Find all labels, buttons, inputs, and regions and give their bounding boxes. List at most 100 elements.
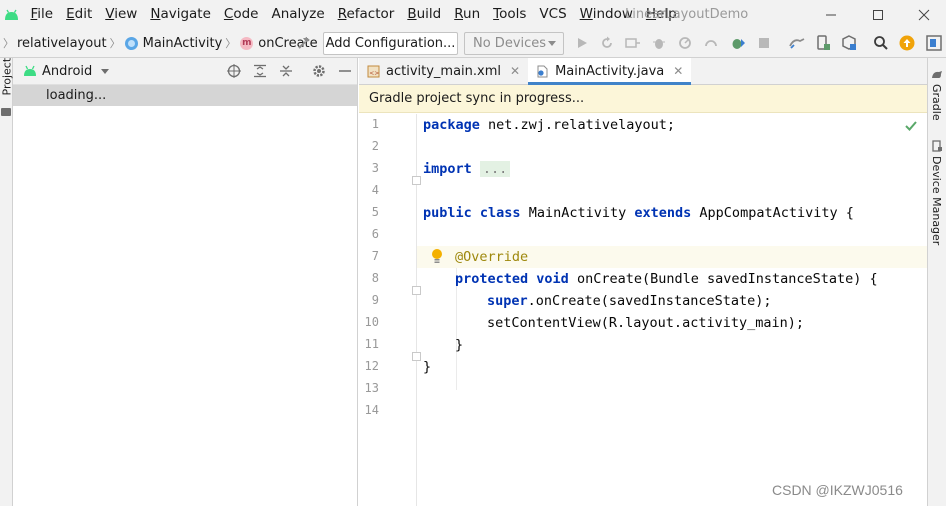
code-text: onCreate(Bundle savedInstanceState) { bbox=[568, 271, 878, 287]
left-tool-window-strip: Project bbox=[0, 58, 14, 506]
method-icon: m bbox=[240, 36, 254, 50]
attach-icon bbox=[705, 40, 717, 47]
expand-all-button[interactable] bbox=[251, 62, 269, 80]
code-area[interactable]: 1 2 3 4 5 6 7 8 9 10 11 12 13 14 package… bbox=[359, 114, 927, 506]
code-text: MainActivity bbox=[528, 205, 627, 221]
folded-imports[interactable]: ... bbox=[479, 161, 511, 177]
menu-mnemonic: B bbox=[407, 6, 417, 22]
attach-debugger-android-button[interactable] bbox=[728, 33, 748, 53]
line-number: 14 bbox=[364, 403, 379, 417]
project-tree-loading: loading... bbox=[13, 85, 357, 106]
editor: <> activity_main.xml ✕ MainActivity.java… bbox=[359, 58, 927, 506]
tab-mainactivity-java[interactable]: MainActivity.java ✕ bbox=[528, 58, 692, 85]
java-file-icon bbox=[537, 65, 548, 77]
close-tab-icon[interactable]: ✕ bbox=[673, 64, 683, 78]
search-everywhere-button[interactable] bbox=[871, 33, 891, 53]
device-selector[interactable]: No Devices bbox=[464, 32, 564, 55]
menu-run[interactable]: Run bbox=[448, 0, 487, 29]
fold-marker-icon[interactable] bbox=[412, 352, 421, 361]
menu-label: ile bbox=[37, 6, 54, 22]
line-number: 2 bbox=[371, 139, 379, 153]
expand-all-icon bbox=[254, 64, 266, 78]
profiler-icon bbox=[679, 37, 691, 49]
menu-label: Analyze bbox=[271, 6, 325, 22]
sync-gradle-button[interactable] bbox=[787, 33, 807, 53]
line-number: 5 bbox=[371, 205, 379, 219]
menu-vcs[interactable]: VCS bbox=[533, 0, 573, 29]
line-number: 9 bbox=[371, 293, 379, 307]
menu-analyze[interactable]: Analyze bbox=[265, 0, 331, 29]
menu-navigate[interactable]: Navigate bbox=[144, 0, 218, 29]
line-number: 1 bbox=[371, 117, 379, 131]
apply-code-changes-button[interactable] bbox=[623, 33, 643, 53]
profile-button[interactable] bbox=[675, 33, 695, 53]
menu-tools[interactable]: Tools bbox=[487, 0, 533, 29]
code-keyword: super bbox=[487, 293, 528, 309]
code-line: protected void onCreate(Bundle savedInst… bbox=[455, 268, 878, 290]
minimize-icon bbox=[339, 70, 351, 72]
android-icon bbox=[24, 65, 36, 76]
collapse-all-button[interactable] bbox=[277, 62, 295, 80]
menu-view[interactable]: View bbox=[99, 0, 144, 29]
menu-label: iew bbox=[114, 6, 138, 22]
menu-label: dit bbox=[74, 6, 93, 22]
intention-bulb-icon[interactable] bbox=[431, 248, 443, 266]
menu-build[interactable]: Build bbox=[401, 0, 448, 29]
debug-button[interactable] bbox=[649, 33, 669, 53]
menu-edit[interactable]: Edit bbox=[60, 0, 99, 29]
close-window-button[interactable] bbox=[901, 0, 946, 29]
select-opened-file-button[interactable] bbox=[225, 62, 243, 80]
project-tool-window-button[interactable]: Project bbox=[1, 58, 14, 96]
minimize-button[interactable] bbox=[808, 0, 854, 29]
gradle-sync-banner: Gradle project sync in progress... bbox=[359, 85, 927, 113]
menu-label: VCS bbox=[539, 6, 567, 22]
gear-icon bbox=[313, 65, 325, 77]
project-view-selector[interactable]: Android bbox=[23, 64, 110, 79]
menu-refactor[interactable]: Refactor bbox=[331, 0, 401, 29]
code-keyword: import bbox=[423, 161, 472, 177]
device-manager-icon bbox=[817, 35, 830, 50]
chevron-down-icon bbox=[101, 68, 110, 74]
tab-label: MainActivity.java bbox=[555, 63, 665, 79]
editor-tabs: <> activity_main.xml ✕ MainActivity.java… bbox=[359, 58, 927, 85]
line-number: 3 bbox=[371, 161, 379, 175]
gradle-tool-window-button[interactable]: Gradle bbox=[930, 84, 943, 121]
updates-button[interactable] bbox=[897, 33, 917, 53]
menu-mnemonic: R bbox=[454, 6, 464, 22]
breadcrumb-class[interactable]: MainActivity bbox=[143, 36, 223, 51]
line-number: 8 bbox=[371, 271, 379, 285]
panel-options-button[interactable] bbox=[310, 62, 328, 80]
code-line: package net.zwj.relativelayout; bbox=[423, 114, 675, 136]
close-tab-icon[interactable]: ✕ bbox=[510, 64, 520, 78]
build-hammer-button[interactable] bbox=[294, 33, 314, 53]
menu-file[interactable]: File bbox=[24, 0, 60, 29]
code-keyword: extends bbox=[634, 205, 692, 221]
device-manager-button[interactable] bbox=[813, 33, 833, 53]
layout-inspector-button[interactable] bbox=[924, 33, 944, 53]
run-button[interactable] bbox=[572, 33, 592, 53]
add-configuration-button[interactable]: Add Configuration... bbox=[323, 32, 458, 55]
menu-mnemonic: N bbox=[150, 6, 161, 22]
code-annotation: @Override bbox=[455, 249, 529, 265]
no-problems-check-icon[interactable] bbox=[904, 119, 918, 133]
line-number: 4 bbox=[371, 183, 379, 197]
breadcrumb: 〉 relativelayout 〉 MainActivity 〉 m onCr… bbox=[3, 29, 318, 58]
maximize-button[interactable] bbox=[855, 0, 901, 29]
fold-marker-icon[interactable] bbox=[412, 176, 421, 185]
attach-debugger-button[interactable] bbox=[701, 33, 721, 53]
sdk-manager-button[interactable] bbox=[839, 33, 859, 53]
tab-label: activity_main.xml bbox=[386, 63, 502, 79]
device-manager-tool-window-button[interactable]: Device Manager bbox=[930, 156, 943, 245]
menu-code[interactable]: Code bbox=[217, 0, 265, 29]
fold-marker-icon[interactable] bbox=[412, 286, 421, 295]
code-line: } bbox=[423, 356, 431, 378]
breadcrumb-module[interactable]: relativelayout bbox=[17, 36, 107, 51]
apply-changes-button[interactable] bbox=[597, 33, 617, 53]
run-icon bbox=[578, 38, 587, 48]
class-icon bbox=[124, 36, 138, 50]
stop-button[interactable] bbox=[754, 33, 774, 53]
tab-activity-main-xml[interactable]: <> activity_main.xml ✕ bbox=[359, 58, 528, 84]
code-line: super.onCreate(savedInstanceState); bbox=[487, 290, 771, 312]
sdk-manager-icon bbox=[842, 35, 856, 50]
hide-panel-button[interactable] bbox=[336, 62, 354, 80]
